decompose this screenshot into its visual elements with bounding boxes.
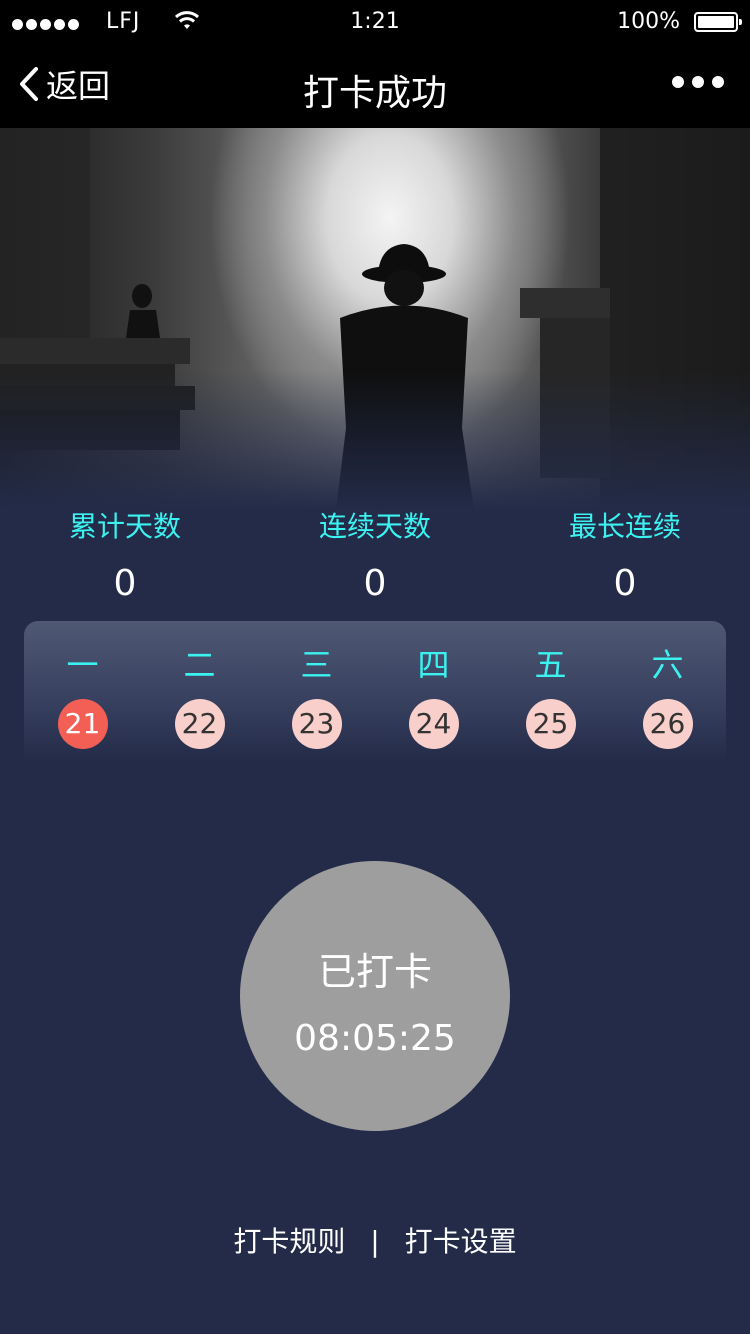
date-badge[interactable]: 22 <box>174 699 225 749</box>
weekday-label: 一 <box>66 646 99 684</box>
page-title: 打卡成功 <box>302 73 447 114</box>
footer-links: 打卡规则 | 打卡设置 <box>0 1220 750 1260</box>
more-dot-icon <box>692 76 704 88</box>
nav-bar: 返回 打卡成功 <box>0 44 750 128</box>
week-calendar: 一 21 二 22 三 23 四 24 五 25 六 26 <box>24 621 726 761</box>
weekday-label: 六 <box>651 646 684 684</box>
checkin-rules-link[interactable]: 打卡规则 <box>233 1225 345 1258</box>
stat-total-days: 累计天数 0 <box>0 505 250 604</box>
stat-label: 累计天数 <box>68 510 181 543</box>
footer-separator: | <box>370 1225 380 1258</box>
day-column: 四 24 <box>375 645 492 749</box>
stat-consecutive-days: 连续天数 0 <box>250 505 500 604</box>
weekday-label: 五 <box>534 646 567 684</box>
more-dot-icon <box>712 76 724 88</box>
hero-image <box>0 128 750 510</box>
day-column: 一 21 <box>24 645 141 749</box>
date-badge[interactable]: 24 <box>408 699 459 749</box>
more-options-button[interactable] <box>672 76 724 88</box>
weekday-label: 三 <box>300 646 333 684</box>
stat-label: 连续天数 <box>318 510 431 543</box>
status-bar: LFJ 1:21 100% <box>0 0 750 44</box>
checkin-time: 08:05:25 <box>294 1018 456 1059</box>
day-column: 五 25 <box>492 645 609 749</box>
stat-value: 0 <box>363 563 387 604</box>
stat-label: 最长连续 <box>568 510 681 543</box>
date-badge[interactable]: 25 <box>525 699 576 749</box>
day-column: 六 26 <box>609 645 726 749</box>
checkin-settings-link[interactable]: 打卡设置 <box>405 1225 517 1258</box>
date-badge[interactable]: 21 <box>57 699 108 749</box>
battery-percent: 100% <box>617 9 680 34</box>
stat-value: 0 <box>613 563 637 604</box>
date-badge[interactable]: 26 <box>642 699 693 749</box>
weekday-label: 二 <box>183 646 216 684</box>
hero-fade <box>0 370 750 510</box>
battery-icon <box>694 12 742 32</box>
weekday-label: 四 <box>417 646 450 684</box>
checkin-button[interactable]: 已打卡 08:05:25 <box>240 861 510 1131</box>
checkin-status: 已打卡 <box>317 950 432 994</box>
stat-value: 0 <box>113 563 137 604</box>
stat-longest-streak: 最长连续 0 <box>500 505 750 604</box>
day-column: 二 22 <box>141 645 258 749</box>
more-dot-icon <box>672 76 684 88</box>
date-badge[interactable]: 23 <box>291 699 342 749</box>
day-column: 三 23 <box>258 645 375 749</box>
